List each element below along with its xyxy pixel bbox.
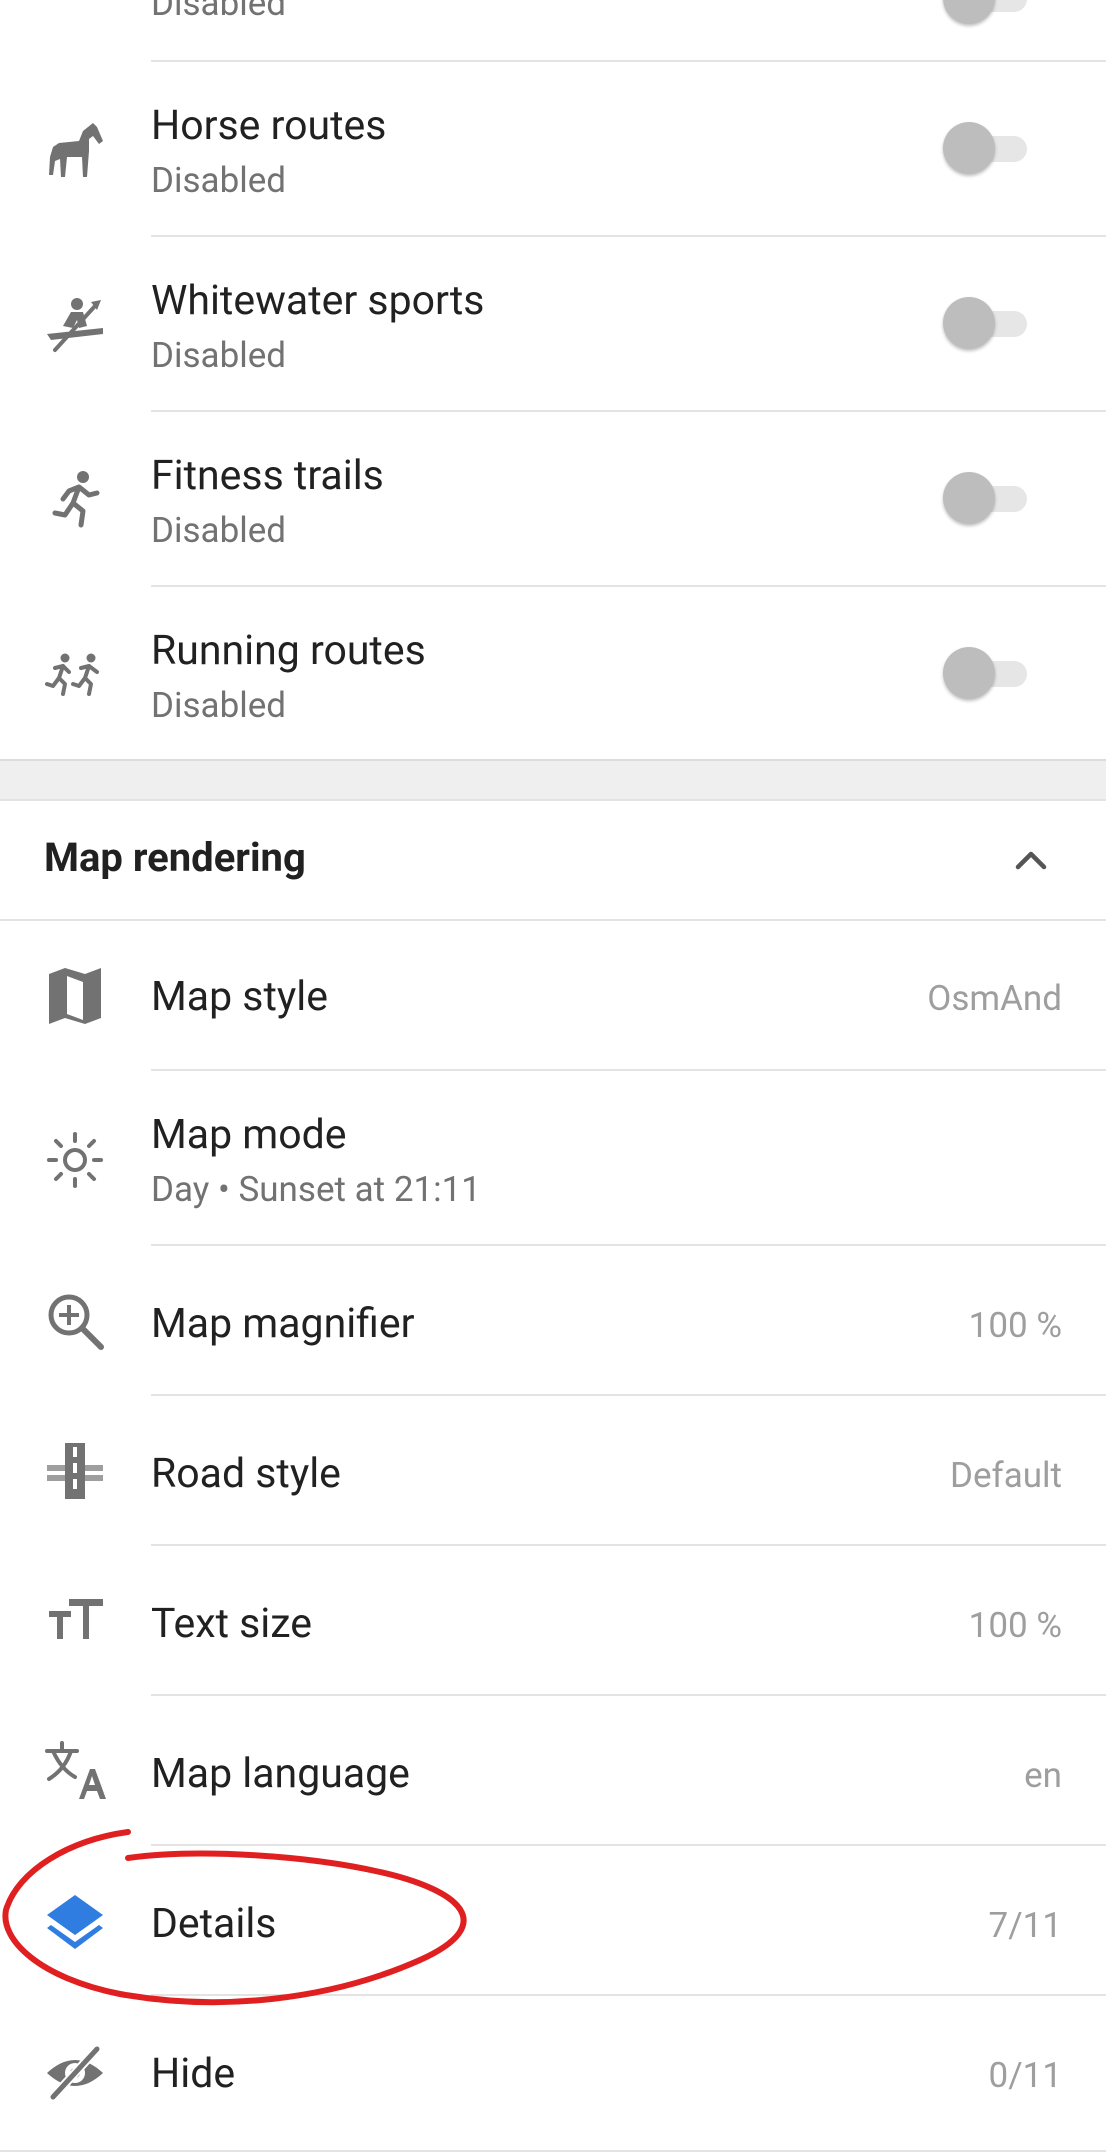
horse-routes-toggle[interactable] [943,120,1035,176]
item-value: 100 % [968,1305,1062,1346]
item-title: Hide [151,2050,236,2098]
runner-icon [38,462,112,536]
fitness-trails-toggle[interactable] [943,470,1035,526]
zoom-in-icon [38,1284,112,1358]
list-item-text-size[interactable]: Text size 100 % [0,1546,1106,1696]
list-item-road-style[interactable]: Road style Default [0,1396,1106,1546]
item-subtitle: Disabled [151,510,287,551]
chevron-up-icon[interactable] [1006,839,1056,879]
item-subtitle: Disabled [151,335,287,376]
whitewater-sports-toggle[interactable] [943,295,1035,351]
item-title: Text size [151,1600,313,1648]
horse-icon [38,112,112,186]
item-subtitle: Disabled [151,685,287,726]
item-subtitle: Disabled [151,160,287,201]
list-item-map-mode[interactable]: Map mode Day • Sunset at 21:11 [0,1071,1106,1246]
list-item-map-style[interactable]: Map style OsmAnd [0,921,1106,1071]
item-title: Running routes [151,627,426,675]
item-title: Horse routes [151,102,387,150]
item-value: en [1024,1755,1062,1796]
item-value: OsmAnd [927,978,1062,1019]
list-item-hide[interactable]: Hide 0/11 [0,1996,1106,2152]
item-title: Fitness trails [151,452,384,500]
item-title: Whitewater sports [151,277,485,325]
item-subtitle: Day • Sunset at 21:11 [151,1169,481,1210]
kayak-icon [38,287,112,361]
list-item-partial[interactable]: Disabled [0,0,1106,62]
item-value: Default [950,1455,1062,1496]
list-item-whitewater-sports[interactable]: Whitewater sports Disabled [0,237,1106,412]
road-icon [38,1434,112,1508]
section-title: Map rendering [44,834,306,881]
section-separator [0,759,1106,801]
layers-icon [38,1884,112,1958]
list-item-details[interactable]: Details 7/11 [0,1846,1106,1996]
list-item-map-magnifier[interactable]: Map magnifier 100 % [0,1246,1106,1396]
item-title: Road style [151,1450,341,1498]
item-title: Map mode [151,1111,347,1159]
item-title: Details [151,1900,277,1948]
item-value: 100 % [968,1605,1062,1646]
list-item-horse-routes[interactable]: Horse routes Disabled [0,62,1106,237]
item-value: 7/11 [988,1905,1062,1946]
translate-icon [38,1734,112,1808]
item-title: Map magnifier [151,1300,415,1348]
eye-off-icon [38,2036,112,2110]
list-item-running-routes[interactable]: Running routes Disabled [0,587,1106,762]
text-size-icon [38,1584,112,1658]
map-icon [38,959,112,1033]
list-item-fitness-trails[interactable]: Fitness trails Disabled [0,412,1106,587]
sun-icon [38,1123,112,1197]
item-title: Map style [151,973,328,1021]
running-routes-toggle[interactable] [943,645,1035,701]
item-value: 0/11 [988,2055,1062,2096]
runners-icon [38,637,112,711]
item-subtitle: Disabled [151,0,287,24]
toggle-switch[interactable] [943,0,1035,26]
section-header-map-rendering[interactable]: Map rendering [0,799,1106,921]
item-title: Map language [151,1750,410,1798]
list-item-map-language[interactable]: Map language en [0,1696,1106,1846]
